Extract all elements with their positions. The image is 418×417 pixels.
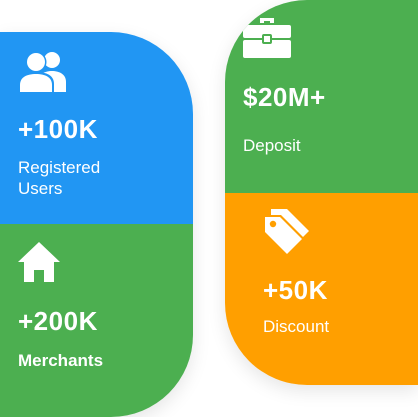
users-icon — [18, 51, 66, 92]
registered-users-card: +100K Registered Users — [0, 32, 193, 224]
deposit-value: $20M+ — [243, 82, 326, 112]
briefcase-icon — [243, 18, 291, 58]
merchants-value: +200K — [18, 306, 98, 336]
price-tag-icon — [263, 209, 309, 257]
stats-column-right: $20M+ Deposit +50K Discount — [225, 0, 418, 385]
discount-value: +50K — [263, 275, 328, 305]
discount-label: Discount — [263, 317, 330, 336]
stats-column-left: +100K Registered Users +200K Merchants — [0, 32, 193, 417]
discount-card: +50K Discount — [225, 193, 418, 385]
merchants-label: Merchants — [18, 351, 104, 370]
deposit-label: Deposit — [243, 136, 301, 155]
deposit-card: $20M+ Deposit — [225, 0, 418, 193]
merchants-card: +200K Merchants — [0, 224, 193, 417]
registered-users-value: +100K — [18, 114, 98, 144]
home-icon — [18, 242, 60, 282]
registered-users-label: Registered Users — [18, 158, 101, 198]
